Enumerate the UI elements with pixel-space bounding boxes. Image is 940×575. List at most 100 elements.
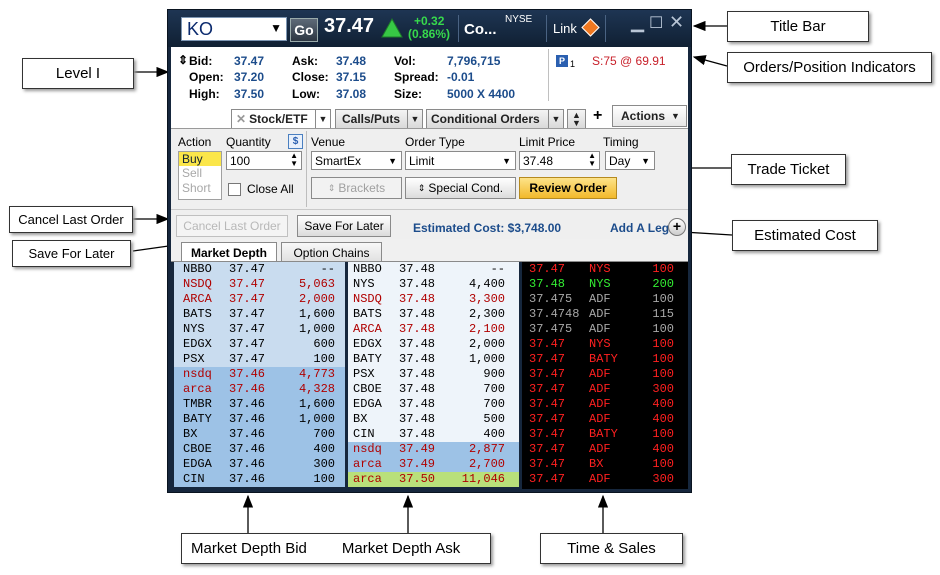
market-maker: CBOE — [183, 442, 212, 456]
sort-arrows-icon[interactable]: ⇕ — [178, 53, 188, 67]
tab-stock-etf[interactable]: ✕ Stock/ETF ▼ — [231, 109, 331, 128]
trade-size: 300 — [652, 472, 674, 486]
limit-price-stepper[interactable]: 37.48 ▲ ▼ — [519, 151, 600, 170]
maximize-icon[interactable]: ☐ — [649, 13, 663, 33]
order-type-select[interactable]: Limit ▼ — [405, 151, 516, 170]
quantity-stepper[interactable]: 100 ▲ ▼ — [226, 151, 302, 170]
add-tab-button[interactable]: + — [593, 107, 602, 125]
market-maker: ARCA — [353, 322, 382, 336]
depth-ask-row: BATY 37.48 1,000 — [348, 352, 519, 367]
ask-size: 2,300 — [468, 307, 505, 321]
ask-price: 37.48 — [399, 262, 436, 276]
market-maker: NYS — [353, 277, 375, 291]
time-sales-row: 37.475 ADF 100 — [522, 322, 688, 337]
ticket-divider — [306, 131, 307, 207]
go-button[interactable]: Go — [290, 18, 318, 42]
bid-size: 700 — [313, 427, 335, 441]
close-icon[interactable]: ✕ — [236, 112, 246, 126]
review-order-button[interactable]: Review Order — [519, 177, 617, 199]
bid-price: 37.46 — [229, 397, 266, 411]
trade-price: 37.47 — [529, 337, 566, 351]
chevron-down-icon[interactable]: ▼ — [270, 21, 282, 35]
stepper-icon[interactable]: ▲ ▼ — [588, 152, 596, 168]
save-for-later-button[interactable]: Save For Later — [297, 215, 391, 237]
market-maker: CBOE — [353, 382, 382, 396]
link-color-icon[interactable] — [581, 18, 600, 37]
bid-price: 37.46 — [229, 367, 266, 381]
brackets-button[interactable]: ⇕ Brackets — [311, 177, 402, 199]
action-buy[interactable]: Buy — [179, 152, 221, 166]
trade-exchange: ADF — [589, 322, 611, 336]
bid-size: 100 — [313, 472, 335, 486]
market-maker: EDGA — [353, 397, 382, 411]
action-list[interactable]: Buy Sell Short — [178, 151, 222, 200]
special-cond-button[interactable]: ⇕ Special Cond. — [405, 177, 516, 199]
ask-price: 37.48 — [399, 322, 436, 336]
timing-value: Day — [609, 153, 631, 168]
callout-time-sales: Time & Sales — [540, 533, 683, 564]
depth-bid-row: NYS 37.47 1,000 — [174, 322, 345, 337]
ask-price: 37.49 — [399, 457, 436, 471]
depth-ask-row: BATS 37.48 2,300 — [348, 307, 519, 322]
dollar-icon[interactable]: $ — [288, 134, 303, 149]
stepper-icon[interactable]: ▲ ▼ — [290, 152, 298, 168]
bid-size: 400 — [313, 442, 335, 456]
add-leg-icon[interactable]: + — [668, 218, 686, 236]
bid-size: 100 — [313, 352, 335, 366]
cancel-last-order-button[interactable]: Cancel Last Order — [176, 215, 288, 237]
market-maker: nsdq — [353, 442, 382, 456]
position-info[interactable]: S:75 @ 69.91 — [592, 54, 666, 68]
close-value: 37.15 — [336, 70, 367, 84]
minimize-icon[interactable]: ▁ — [631, 13, 644, 33]
actions-button[interactable]: Actions ▼ — [612, 105, 687, 127]
depth-ask-row: EDGX 37.48 2,000 — [348, 337, 519, 352]
link-label[interactable]: Link — [553, 21, 577, 36]
tab-market-depth[interactable]: Market Depth — [181, 242, 277, 262]
ask-size: 4,400 — [468, 277, 505, 291]
ask-price: 37.48 — [399, 307, 436, 321]
chevron-down-icon[interactable]: ▼ — [548, 110, 563, 128]
market-maker: EDGA — [183, 457, 212, 471]
trade-price: 37.47 — [529, 262, 566, 276]
quantity-value: 100 — [230, 153, 251, 168]
close-icon[interactable]: ✕ — [669, 12, 684, 33]
market-maker: NBBO — [353, 262, 382, 276]
symbol-input[interactable]: KO ▼ — [181, 17, 287, 41]
timing-select[interactable]: Day ▼ — [605, 151, 655, 170]
tab-calls-puts[interactable]: Calls/Puts ▼ — [335, 109, 423, 129]
close-all-checkbox[interactable] — [228, 183, 241, 196]
trade-price: 37.48 — [529, 277, 566, 291]
title-bar[interactable]: KO ▼ Go 37.47 +0.32 (0.86%) Co... NYSE L… — [168, 10, 691, 47]
trade-price: 37.47 — [529, 352, 566, 366]
title-separator — [546, 15, 547, 42]
trade-exchange: BATY — [589, 427, 618, 441]
chevron-down-icon[interactable]: ▼ — [407, 110, 422, 128]
action-short[interactable]: Short — [179, 181, 221, 196]
chevron-down-icon: ▼ — [388, 156, 397, 166]
ask-price: 37.48 — [399, 382, 436, 396]
timing-label: Timing — [603, 135, 639, 149]
time-and-sales: 37.47 NYS 100 37.48 NYS 200 37.475 ADF 100 37.474… — [522, 262, 688, 489]
market-maker: BATY — [183, 412, 212, 426]
collapse-button[interactable]: ▲ ▼ — [567, 109, 586, 129]
ask-size: 2,000 — [468, 337, 505, 351]
bid-size: -- — [320, 262, 335, 276]
chevron-down-icon[interactable]: ▼ — [315, 110, 330, 128]
time-sales-row: 37.47 BX 100 — [522, 457, 688, 472]
add-a-leg-link[interactable]: Add A Leg — [610, 221, 669, 235]
trade-size: 100 — [652, 292, 674, 306]
depth-ask-row: NYS 37.48 4,400 — [348, 277, 519, 292]
market-maker: CIN — [353, 427, 375, 441]
time-sales-row: 37.47 NYS 100 — [522, 337, 688, 352]
trade-price: 37.47 — [529, 457, 566, 471]
action-sell[interactable]: Sell — [179, 166, 221, 181]
trade-size: 400 — [652, 397, 674, 411]
position-badge[interactable]: P — [556, 55, 568, 67]
depth-ask-row: PSX 37.48 900 — [348, 367, 519, 382]
tab-conditional-orders[interactable]: Conditional Orders ▼ — [426, 109, 564, 129]
trade-size: 100 — [652, 457, 674, 471]
tab-option-chains[interactable]: Option Chains — [281, 242, 382, 262]
chevron-down-icon: ▼ — [671, 111, 680, 121]
venue-select[interactable]: SmartEx ▼ — [311, 151, 402, 170]
bid-size: 4,773 — [298, 367, 335, 381]
